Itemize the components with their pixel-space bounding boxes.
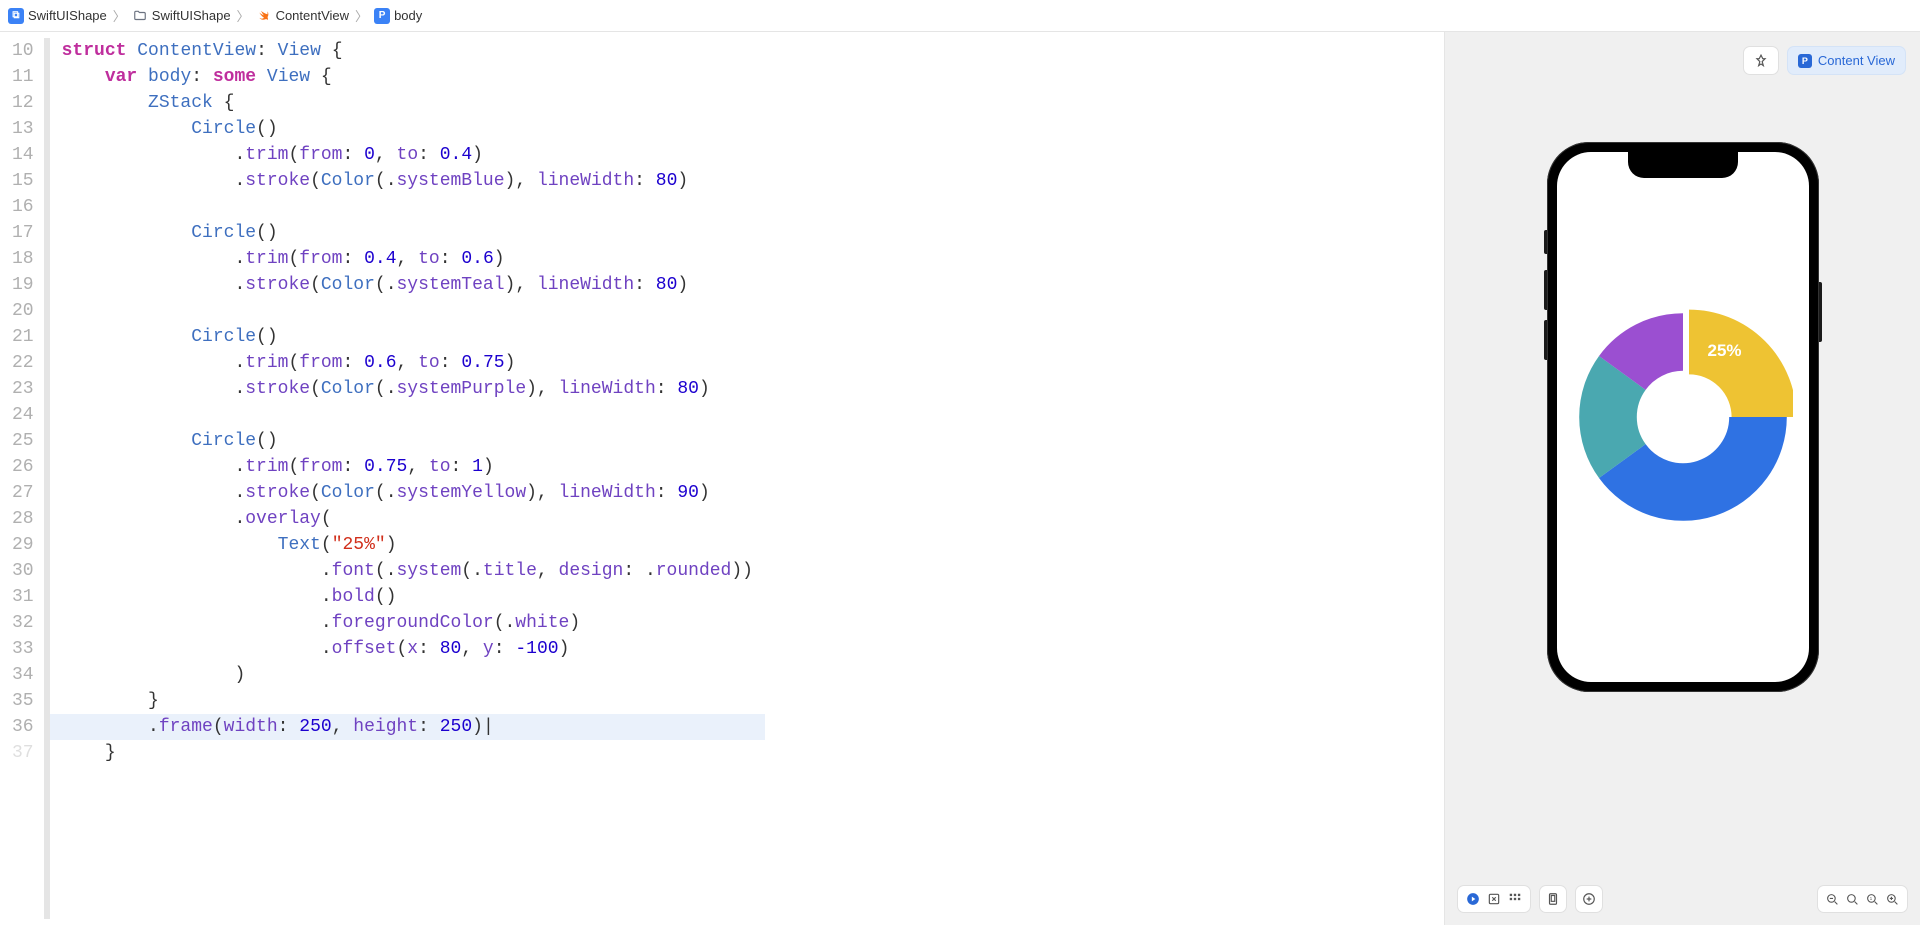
property-icon: P	[1798, 54, 1812, 68]
breadcrumb-app[interactable]: ⧉ SwiftUIShape	[8, 8, 107, 24]
zoom-controls-group: 1	[1817, 885, 1908, 913]
device-icon	[1546, 892, 1560, 906]
breadcrumb: ⧉ SwiftUIShape 〉 SwiftUIShape 〉 ContentV…	[0, 0, 1920, 32]
donut-chart: 25%	[1573, 307, 1793, 527]
adjustments-icon	[1582, 892, 1596, 906]
preview-controls-group	[1457, 885, 1531, 913]
breadcrumb-property-label: body	[394, 8, 422, 23]
zoom-in-icon[interactable]	[1886, 893, 1899, 906]
folder-icon	[132, 8, 148, 24]
preview-canvas[interactable]: P Content View 25%	[1445, 32, 1920, 925]
pin-icon	[1754, 54, 1768, 68]
preview-settings-button[interactable]	[1575, 885, 1603, 913]
breadcrumb-file[interactable]: ContentView	[256, 8, 349, 24]
device-frame: 25%	[1547, 142, 1819, 692]
gutter: 1011121314151617181920212223242526272829…	[0, 32, 44, 925]
breadcrumb-file-label: ContentView	[276, 8, 349, 23]
swift-icon	[256, 8, 272, 24]
content-view-button[interactable]: P Content View	[1787, 46, 1906, 75]
selectable-icon[interactable]	[1487, 892, 1501, 906]
chevron-right-icon: 〉	[355, 6, 368, 25]
property-icon: P	[374, 8, 390, 24]
donut-chart-label: 25%	[1708, 341, 1742, 361]
pin-preview-button[interactable]	[1743, 46, 1779, 75]
zoom-out-icon[interactable]	[1826, 893, 1839, 906]
code-content[interactable]: struct ContentView: View { var body: som…	[50, 32, 765, 925]
zoom-actual-icon[interactable]: 1	[1866, 893, 1879, 906]
breadcrumb-folder-label: SwiftUIShape	[152, 8, 231, 23]
breadcrumb-app-label: SwiftUIShape	[28, 8, 107, 23]
play-icon[interactable]	[1466, 892, 1480, 906]
device-notch	[1628, 152, 1738, 178]
device-screen: 25%	[1557, 152, 1809, 682]
zoom-fit-icon[interactable]	[1846, 893, 1859, 906]
breadcrumb-folder[interactable]: SwiftUIShape	[132, 8, 231, 24]
breadcrumb-property[interactable]: P body	[374, 8, 422, 24]
variants-icon[interactable]	[1508, 892, 1522, 906]
app-icon: ⧉	[8, 8, 24, 24]
svg-text:1: 1	[1870, 896, 1873, 901]
device-settings-button[interactable]	[1539, 885, 1567, 913]
code-editor[interactable]: 1011121314151617181920212223242526272829…	[0, 32, 1445, 925]
chevron-right-icon: 〉	[113, 6, 126, 25]
chevron-right-icon: 〉	[237, 6, 250, 25]
content-view-label: Content View	[1818, 53, 1895, 68]
donut-chart-svg	[1573, 307, 1793, 527]
